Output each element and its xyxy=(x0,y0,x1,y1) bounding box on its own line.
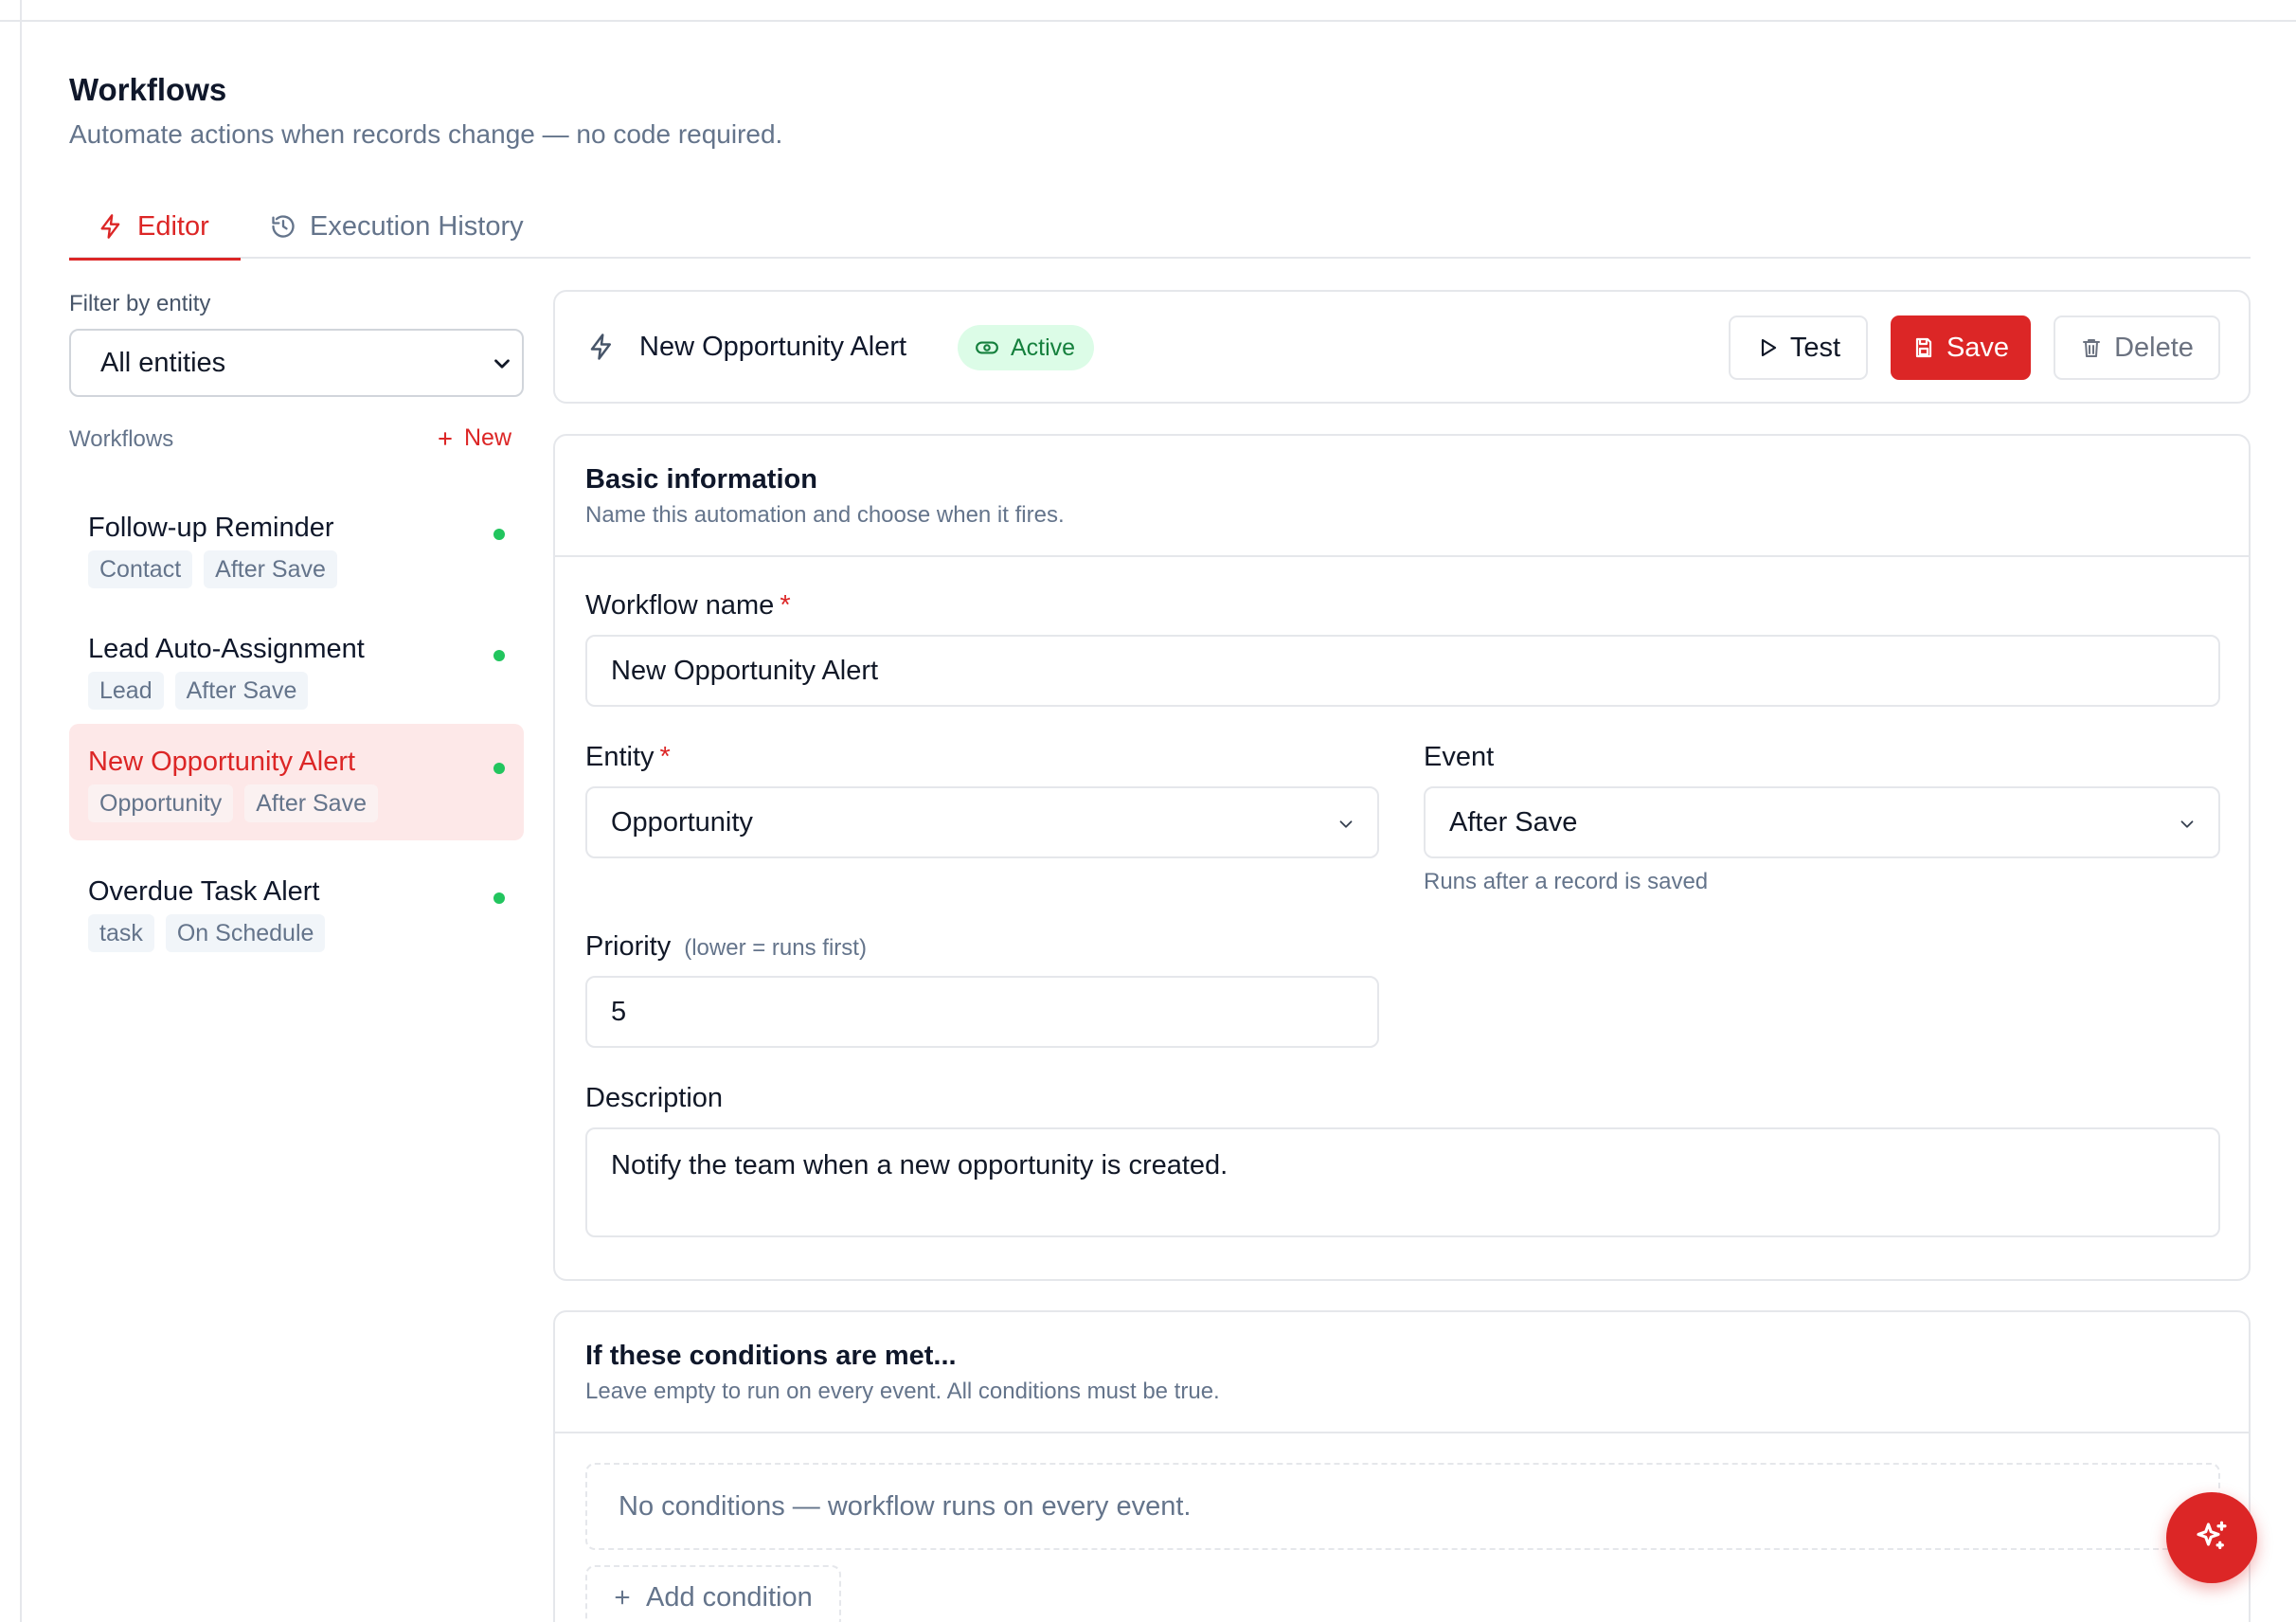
section-description: Name this automation and choose when it … xyxy=(585,502,1065,528)
workflow-tags: Opportunity After Save xyxy=(88,784,378,822)
entity-tag: task xyxy=(88,914,154,952)
save-button-label: Save xyxy=(1946,332,2010,363)
chevron-down-icon xyxy=(494,359,510,369)
workflow-name-input[interactable]: New Opportunity Alert xyxy=(585,635,2220,707)
save-icon xyxy=(1915,337,1932,358)
workflow-tags: Contact After Save xyxy=(88,550,337,588)
priority-hint: (lower = runs first) xyxy=(684,935,867,961)
event-label: Event xyxy=(1424,742,1495,772)
page-title: Workflows xyxy=(69,72,227,107)
test-button[interactable]: Test xyxy=(1729,315,1868,380)
required-marker: * xyxy=(659,742,671,772)
event-select[interactable]: After Save xyxy=(1424,786,2220,858)
play-icon xyxy=(1761,338,1777,357)
active-status-dot xyxy=(493,763,505,774)
priority-input[interactable]: 5 xyxy=(585,976,1379,1048)
workflow-list-item[interactable]: Lead Auto-Assignment Lead After Save xyxy=(69,613,524,730)
workflow-name: New Opportunity Alert xyxy=(88,747,356,777)
delete-button-label: Delete xyxy=(2114,332,2194,363)
entity-tag: Opportunity xyxy=(88,784,234,822)
workflow-list-item-selected[interactable]: New Opportunity Alert Opportunity After … xyxy=(69,724,524,840)
entity-filter-value: All entities xyxy=(100,347,226,378)
workflow-header-card: New Opportunity Alert Active Test Save D… xyxy=(553,290,2251,404)
entity-tag: Contact xyxy=(88,550,193,588)
entity-label: Entity * xyxy=(585,742,671,773)
status-badge-label: Active xyxy=(1011,333,1076,361)
plus-icon xyxy=(615,1590,630,1605)
event-tag: After Save xyxy=(244,784,378,822)
tab-editor[interactable]: Editor xyxy=(69,194,241,261)
left-rail xyxy=(0,0,22,1622)
ai-assistant-button[interactable] xyxy=(2166,1492,2257,1583)
add-condition-label: Add condition xyxy=(646,1581,813,1613)
description-textarea[interactable]: Notify the team when a new opportunity i… xyxy=(585,1127,2220,1237)
chevron-down-icon xyxy=(1339,820,1353,828)
basic-information-header: Basic information Name this automation a… xyxy=(555,436,2249,557)
workflow-title: New Opportunity Alert xyxy=(639,332,907,362)
event-tag: On Schedule xyxy=(165,914,326,952)
active-status-dot xyxy=(493,650,505,661)
basic-information-card: Basic information Name this automation a… xyxy=(553,434,2251,1281)
left-rail-corner xyxy=(0,0,22,22)
tab-bar: Editor Execution History xyxy=(69,194,2251,261)
entity-select[interactable]: Opportunity xyxy=(585,786,1379,858)
event-help-text: Runs after a record is saved xyxy=(1424,869,1709,894)
trash-icon xyxy=(2083,339,2101,357)
priority-value: 5 xyxy=(611,996,627,1027)
workflow-name: Lead Auto-Assignment xyxy=(88,634,365,664)
workflow-name-label-text: Workflow name xyxy=(585,590,775,621)
section-title: If these conditions are met... xyxy=(585,1341,957,1371)
page-subtitle: Automate actions when records change — n… xyxy=(69,119,783,149)
delete-button[interactable]: Delete xyxy=(2054,315,2220,380)
workflow-tags: task On Schedule xyxy=(88,914,326,952)
priority-label: Priority (lower = runs first) xyxy=(585,931,867,963)
test-button-label: Test xyxy=(1789,332,1841,363)
event-select-value: After Save xyxy=(1449,806,1578,838)
event-tag: After Save xyxy=(174,672,309,710)
chevron-down-icon xyxy=(2180,820,2194,828)
priority-label-text: Priority xyxy=(585,931,672,962)
tab-history-label: Execution History xyxy=(310,210,524,242)
tab-editor-label: Editor xyxy=(137,210,209,242)
bolt-icon xyxy=(100,214,120,239)
required-marker: * xyxy=(780,590,791,621)
entity-filter-select[interactable]: All entities xyxy=(69,329,524,397)
save-button[interactable]: Save xyxy=(1891,315,2031,380)
description-label: Description xyxy=(585,1083,724,1113)
workflow-list-item[interactable]: Follow-up Reminder Contact After Save xyxy=(69,492,524,608)
conditions-header: If these conditions are met... Leave emp… xyxy=(555,1312,2249,1433)
workflow-name: Overdue Task Alert xyxy=(88,876,320,907)
entity-label-text: Entity xyxy=(585,742,655,772)
active-status-dot xyxy=(493,529,505,540)
entity-tag: Lead xyxy=(88,672,164,710)
history-icon xyxy=(272,215,295,238)
new-workflow-button[interactable]: New xyxy=(436,424,511,452)
conditions-card: If these conditions are met... Leave emp… xyxy=(553,1310,2251,1622)
plus-icon xyxy=(439,431,452,445)
workflows-list-label: Workflows xyxy=(69,426,174,452)
section-description: Leave empty to run on every event. All c… xyxy=(585,1379,1220,1404)
bolt-icon xyxy=(590,333,611,360)
workflow-list-item[interactable]: Overdue Task Alert task On Schedule xyxy=(69,856,524,972)
top-bar xyxy=(22,0,2296,22)
description-value: Notify the team when a new opportunity i… xyxy=(611,1150,1229,1180)
toggle-on-icon xyxy=(976,341,998,354)
sparkles-icon xyxy=(2197,1521,2227,1550)
add-condition-button[interactable]: Add condition xyxy=(585,1565,841,1622)
workflow-name-value: New Opportunity Alert xyxy=(611,655,879,686)
conditions-empty-state: No conditions — workflow runs on every e… xyxy=(585,1463,2220,1550)
new-workflow-label: New xyxy=(463,424,511,451)
filter-label: Filter by entity xyxy=(69,291,211,316)
event-tag: After Save xyxy=(204,550,337,588)
section-title: Basic information xyxy=(585,464,817,495)
workflow-tags: Lead After Save xyxy=(88,672,309,710)
tab-execution-history[interactable]: Execution History xyxy=(268,194,524,259)
active-status-dot xyxy=(493,892,505,904)
status-badge: Active xyxy=(958,325,1095,370)
workflow-name-label: Workflow name * xyxy=(585,590,791,622)
workflow-name: Follow-up Reminder xyxy=(88,513,334,543)
entity-select-value: Opportunity xyxy=(611,806,753,838)
